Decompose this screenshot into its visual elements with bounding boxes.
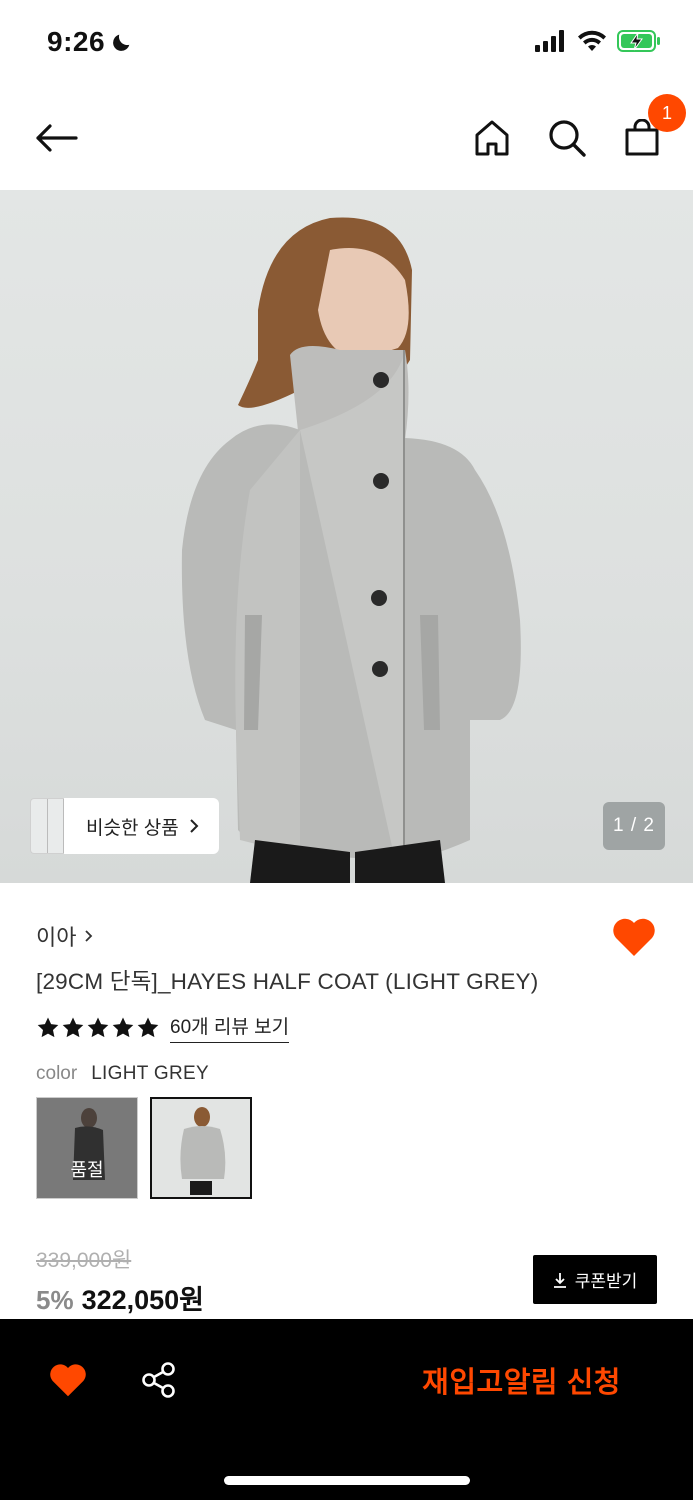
rating-stars — [36, 1016, 160, 1040]
chevron-right-icon — [85, 930, 93, 942]
home-indicator — [224, 1476, 470, 1485]
product-photo — [181, 217, 521, 883]
back-button[interactable] — [32, 114, 80, 162]
moon-icon — [113, 34, 130, 51]
star-icon — [37, 1017, 59, 1037]
battery-charging-icon — [617, 30, 660, 52]
color-label: color — [36, 1063, 78, 1084]
image-page-indicator: 1 / 2 — [603, 802, 665, 850]
similar-products-button[interactable]: 비슷한 상품 — [30, 798, 219, 854]
heart-filled-icon — [613, 918, 655, 956]
share-icon — [142, 1362, 175, 1398]
sale-price: 322,050원 — [81, 1285, 205, 1315]
discount-rate: 5% — [36, 1285, 74, 1315]
cart-count-badge: 1 — [648, 94, 686, 132]
download-icon — [553, 1272, 566, 1288]
back-arrow-icon — [36, 124, 78, 152]
similar-products-label: 비슷한 상품 — [86, 817, 179, 839]
soldout-badge: 품절 — [37, 1098, 137, 1198]
search-icon — [549, 120, 586, 157]
review-link[interactable]: 60개 리뷰 보기 — [170, 1012, 290, 1043]
similar-products-thumbnails — [30, 798, 64, 854]
cart-button[interactable]: 1 — [618, 94, 686, 162]
bottom-wishlist-button[interactable] — [48, 1362, 88, 1402]
similar-products-label-box: 비슷한 상품 — [64, 798, 219, 854]
color-swatch-selected[interactable] — [150, 1097, 252, 1199]
bottom-action-bar: 재입고알림 신청 — [0, 1319, 693, 1500]
home-button[interactable] — [468, 114, 516, 162]
star-icon — [112, 1017, 134, 1037]
status-time: 9:26 — [47, 26, 133, 58]
home-icon — [475, 120, 509, 156]
share-button[interactable] — [140, 1361, 178, 1399]
chevron-right-icon — [189, 819, 199, 833]
star-icon — [87, 1017, 109, 1037]
product-title: [29CM 단독]_HAYES HALF COAT (LIGHT GREY) — [36, 969, 539, 994]
restock-alert-button[interactable]: 재입고알림 신청 — [422, 1359, 621, 1401]
price-row: 5% 322,050원 — [36, 1278, 204, 1317]
color-value: LIGHT GREY — [91, 1063, 209, 1084]
rating-row: 60개 리뷰 보기 — [36, 1012, 290, 1043]
clock-text: 9:26 — [47, 26, 106, 57]
nav-bar: 1 — [0, 94, 693, 176]
status-bar: 9:26 — [0, 0, 693, 88]
star-icon — [62, 1017, 84, 1037]
brand-link[interactable]: 이아 — [36, 920, 93, 952]
brand-name: 이아 — [36, 925, 77, 950]
heart-filled-icon — [50, 1364, 86, 1397]
wifi-icon — [578, 30, 606, 51]
product-image-carousel[interactable]: 비슷한 상품 1 / 2 — [0, 190, 693, 883]
wishlist-heart-button[interactable] — [611, 916, 657, 962]
coupon-label: 쿠폰받기 — [574, 1272, 638, 1291]
status-icons — [535, 30, 661, 52]
search-button[interactable] — [543, 114, 591, 162]
color-row: color LIGHT GREY — [36, 1063, 209, 1085]
coupon-button[interactable]: 쿠폰받기 — [533, 1255, 657, 1304]
original-price: 339,000원 — [36, 1249, 132, 1272]
star-icon — [137, 1017, 159, 1037]
color-swatch-soldout[interactable]: 품절 — [36, 1097, 138, 1199]
signal-icon — [535, 30, 564, 52]
swatch-thumbnail — [152, 1099, 250, 1197]
